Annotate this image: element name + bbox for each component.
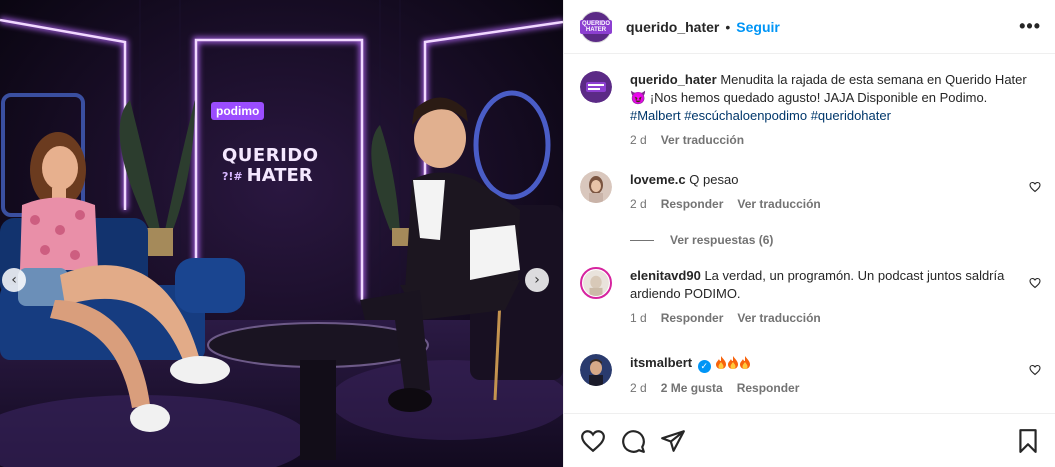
user-photo-avatar-icon bbox=[580, 171, 612, 203]
chevron-left-icon: ‹ bbox=[11, 272, 17, 288]
comment-timestamp[interactable]: 1 d bbox=[630, 311, 647, 325]
post-actions-bar bbox=[564, 413, 1055, 467]
user-photo-avatar-icon bbox=[580, 354, 612, 386]
comment-body: Q pesao bbox=[689, 172, 739, 187]
comment-meta: 2 d 2 Me gusta Responder bbox=[630, 381, 1041, 395]
reply-button[interactable]: Responder bbox=[661, 311, 724, 325]
instagram-post-view: podimo QUERIDO ?!# HATER ‹ › QUERIDO HAT… bbox=[0, 0, 1055, 467]
podimo-logo: podimo bbox=[211, 102, 265, 120]
avatar[interactable]: QUERIDO HATER bbox=[580, 10, 613, 43]
comment-icon[interactable] bbox=[620, 428, 646, 454]
avatar[interactable] bbox=[580, 354, 612, 386]
heart-icon[interactable] bbox=[1029, 277, 1041, 289]
caption-meta: 2 d Ver traducción bbox=[630, 133, 1041, 147]
querido-hater-sign: QUERIDO ?!# HATER bbox=[222, 147, 334, 185]
user-photo-avatar-icon bbox=[583, 270, 609, 296]
post-header: QUERIDO HATER querido_hater • Seguir ••• bbox=[564, 0, 1055, 54]
view-replies-label: Ver respuestas (6) bbox=[670, 233, 774, 247]
bookmark-icon[interactable] bbox=[1015, 428, 1041, 454]
avatar[interactable] bbox=[580, 267, 612, 299]
more-options-icon[interactable]: ••• bbox=[1019, 16, 1041, 37]
caption-text-part2: ¡Nos hemos quedado agusto! JAJA Disponib… bbox=[649, 90, 988, 105]
likes-count[interactable]: 2 Me gusta bbox=[661, 381, 723, 395]
comment-username[interactable]: elenitavd90 bbox=[630, 268, 701, 283]
hashtag-link[interactable]: #escúchaloenpodimo bbox=[684, 108, 807, 123]
hashtag-link[interactable]: #queridohater bbox=[811, 108, 891, 123]
comment-username[interactable]: itsmalbert bbox=[630, 355, 692, 370]
sign-line-hater: HATER bbox=[246, 165, 313, 186]
studio-photo bbox=[0, 0, 563, 467]
comment-text: elenitavd90 La verdad, un programón. Un … bbox=[630, 267, 1015, 303]
caption-timestamp[interactable]: 2 d bbox=[630, 133, 647, 147]
see-translation-button[interactable]: Ver traducción bbox=[737, 197, 820, 211]
share-icon[interactable] bbox=[660, 428, 686, 454]
separator-dot: • bbox=[725, 18, 731, 35]
sign-line-querido: QUERIDO bbox=[222, 145, 319, 166]
comment-item: loveme.c Q pesao 2 d Responder Ver tradu… bbox=[580, 171, 1041, 211]
avatar[interactable] bbox=[580, 71, 612, 103]
caption-text: querido_hater Menudita la rajada de esta… bbox=[630, 71, 1041, 125]
chevron-right-icon: › bbox=[534, 272, 540, 288]
comment-item: elenitavd90 La verdad, un programón. Un … bbox=[580, 267, 1041, 325]
hashtag-link[interactable]: #Malbert bbox=[630, 108, 681, 123]
heart-icon[interactable] bbox=[580, 428, 606, 454]
fire-emoji-icon bbox=[728, 356, 739, 369]
reply-button[interactable]: Responder bbox=[661, 197, 724, 211]
comment-text: itsmalbert ✓ bbox=[630, 354, 1015, 373]
querido-hater-avatar-icon bbox=[580, 71, 612, 103]
reply-button[interactable]: Responder bbox=[737, 381, 800, 395]
devil-emoji-icon: 😈 bbox=[630, 90, 647, 105]
post-media[interactable]: podimo QUERIDO ?!# HATER ‹ › bbox=[0, 0, 563, 467]
fire-emoji-icon bbox=[716, 356, 727, 369]
previous-image-button[interactable]: ‹ bbox=[2, 268, 26, 292]
heart-icon[interactable] bbox=[1029, 364, 1041, 376]
caption-username[interactable]: querido_hater bbox=[630, 72, 717, 87]
verified-icon: ✓ bbox=[697, 360, 711, 373]
view-replies-button[interactable]: Ver respuestas (6) bbox=[630, 233, 773, 247]
comment-meta: 2 d Responder Ver traducción bbox=[630, 197, 1041, 211]
divider-line bbox=[630, 239, 654, 241]
comment-item: itsmalbert ✓ 2 d 2 Me gusta Responder bbox=[580, 354, 1041, 395]
post-author-username[interactable]: querido_hater bbox=[626, 19, 719, 35]
see-translation-button[interactable]: Ver traducción bbox=[661, 133, 744, 147]
heart-icon[interactable] bbox=[1029, 181, 1041, 193]
see-translation-button[interactable]: Ver traducción bbox=[737, 311, 820, 325]
next-image-button[interactable]: › bbox=[525, 268, 549, 292]
avatar-logo-text: QUERIDO HATER bbox=[580, 19, 613, 34]
caption: querido_hater Menudita la rajada de esta… bbox=[580, 71, 1041, 147]
comment-timestamp[interactable]: 2 d bbox=[630, 381, 647, 395]
comment-timestamp[interactable]: 2 d bbox=[630, 197, 647, 211]
follow-button[interactable]: Seguir bbox=[736, 19, 780, 35]
fire-emoji-icon bbox=[740, 356, 751, 369]
comment-text: loveme.c Q pesao bbox=[630, 171, 1015, 189]
comment-username[interactable]: loveme.c bbox=[630, 172, 686, 187]
comment-meta: 1 d Responder Ver traducción bbox=[630, 311, 1041, 325]
post-side-panel: QUERIDO HATER querido_hater • Seguir ••• bbox=[563, 0, 1055, 467]
avatar[interactable] bbox=[580, 171, 612, 203]
caption-text-part1: Menudita la rajada de esta semana en Que… bbox=[720, 72, 1027, 87]
sign-symbols: ?!# bbox=[222, 169, 243, 183]
